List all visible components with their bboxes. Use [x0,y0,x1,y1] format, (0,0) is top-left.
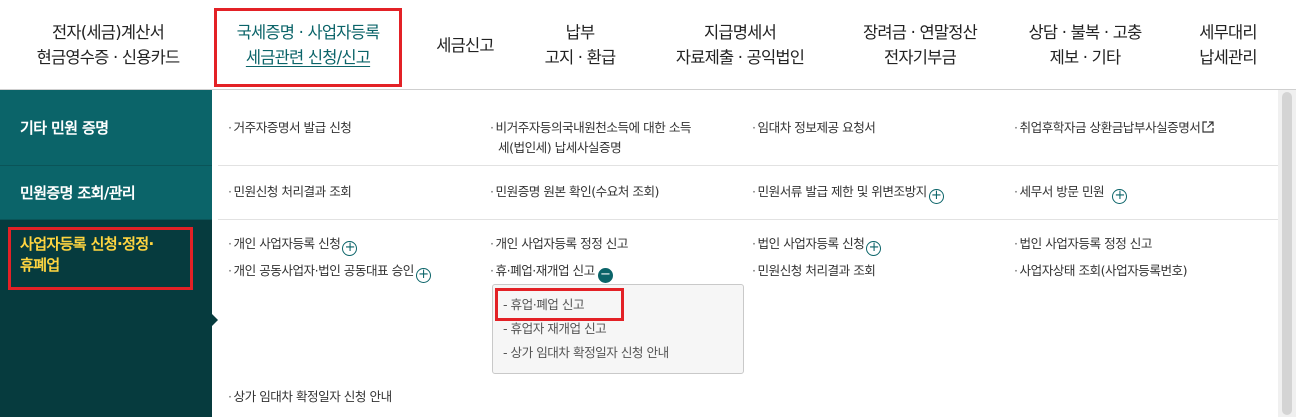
nav-consult-appeal[interactable]: 상담 · 불복 · 고충 제보 · 기타 [1010,0,1160,90]
link-corporate-correction[interactable]: · 법인 사업자등록 정정 신고 [1014,234,1152,254]
link-issuance-restriction[interactable]: · 민원서류 발급 제한 및 위변조방지 + [752,182,944,204]
nav-label: 국세증명 · 사업자등록 [236,23,381,42]
top-navigation: 전자(세금)계산서 현금영수증 · 신용카드 국세증명 · 사업자등록 세금관련… [0,0,1296,90]
menu-item-business-registration[interactable]: 사업자등록 신청·정정· 휴폐업 [0,220,212,417]
link-label: 휴·폐업·재개업 신고 [495,263,596,278]
submenu-item-reopening-report[interactable]: - 휴업자 재개업 신고 [503,319,607,339]
expand-plus-icon[interactable]: + [928,189,944,204]
row-divider [218,219,1278,220]
nav-label: 자료제출 · 공익법인 [675,48,805,67]
nav-label: 세무대리 [1199,23,1257,42]
link-closure-reopening[interactable]: · 휴·폐업·재개업 신고 − [490,261,613,283]
expand-plus-icon[interactable]: + [866,241,882,256]
link-individual-registration[interactable]: · 개인 사업자등록 신청 + [228,234,358,256]
link-label: 개인 공동사업자·법인 공동대표 승인 [233,263,415,278]
link-nonresident-tax-certificate[interactable]: · 비거주자등의국내원천소득에 대한 소득 세(법인세) 납세사실증명 [490,118,692,158]
link-label: 법인 사업자등록 신청 [757,236,865,251]
nav-label: 세금관련 신청/신고 [245,48,371,67]
nav-label: 납세관리 [1199,48,1257,67]
nav-label: 장려금 · 연말정산 [863,23,978,42]
left-menu: 기타 민원 증명 민원증명 조회/관리 사업자등록 신청·정정· 휴폐업 [0,90,212,417]
nav-e-invoice[interactable]: 전자(세금)계산서 현금영수증 · 신용카드 [18,0,198,90]
menu-item-label: 사업자등록 신청·정정· [20,235,154,253]
link-corporate-registration[interactable]: · 법인 사업자등록 신청 + [752,234,882,256]
link-individual-correction[interactable]: · 개인 사업자등록 정정 신고 [490,234,628,254]
link-label: 민원신청 처리결과 조회 [757,263,876,278]
link-tax-office-visit[interactable]: · 세무서 방문 민원 + [1014,182,1128,204]
link-label: 비거주자등의국내원천소득에 대한 소득 [495,120,692,135]
link-request-result-inquiry[interactable]: · 민원신청 처리결과 조회 [228,182,352,202]
link-label: 민원서류 발급 제한 및 위변조방지 [757,184,928,199]
nav-label: 납부 [565,23,596,42]
nav-label: 고지 · 환급 [544,48,617,67]
link-label: 개인 사업자등록 신청 [233,236,341,251]
scrollbar[interactable] [1278,90,1296,417]
link-label: 상가 임대차 확정일자 신청 안내 [233,389,393,404]
link-residence-certificate[interactable]: · 거주자증명서 발급 신청 [228,118,352,138]
submenu-dropdown: - 휴업·폐업 신고 - 휴업자 재개업 신고 - 상가 임대차 확정일자 신청… [492,284,744,374]
collapse-minus-icon[interactable]: − [597,268,613,283]
link-label: 사업자상태 조회(사업자등록번호) [1019,263,1188,278]
link-request-result-inquiry-2[interactable]: · 민원신청 처리결과 조회 [752,261,876,281]
nav-tax-filing[interactable]: 세금신고 [420,0,510,90]
expand-plus-icon[interactable]: + [415,268,431,283]
nav-label: 상담 · 불복 · 고충 [1028,23,1143,42]
link-business-status-inquiry[interactable]: · 사업자상태 조회(사업자등록번호) [1014,261,1188,281]
link-lease-info-request[interactable]: · 임대차 정보제공 요청서 [752,118,876,138]
nav-tax-agent[interactable]: 세무대리 납세관리 [1180,0,1276,90]
link-label: 취업후학자금 상환금납부사실증명서 [1019,120,1201,135]
submenu-item-closure-report[interactable]: - 휴업·폐업 신고 [503,295,585,315]
link-label: 법인 사업자등록 정정 신고 [1019,236,1153,251]
submenu-item-lease-date-guide[interactable]: - 상가 임대차 확정일자 신청 안내 [503,343,669,363]
link-original-verification[interactable]: · 민원증명 원본 확인(수요처 조회) [490,182,659,202]
external-link-icon [1202,119,1215,133]
nav-label: 전자기부금 [884,48,957,67]
nav-label: 세금신고 [436,35,494,55]
menu-item-certificate-inquiry[interactable]: 민원증명 조회/관리 [0,166,212,219]
nav-label: 제보 · 기타 [1049,48,1122,67]
nav-label: 전자(세금)계산서 [52,23,165,42]
nav-payment-refund[interactable]: 납부 고지 · 환급 [520,0,640,90]
link-joint-approval[interactable]: · 개인 공동사업자·법인 공동대표 승인 + [228,261,431,283]
link-label: 민원증명 원본 확인(수요처 조회) [495,184,660,199]
nav-certificate-registration[interactable]: 국세증명 · 사업자등록 세금관련 신청/신고 [216,0,400,90]
nav-incentive-yearend[interactable]: 장려금 · 연말정산 전자기부금 [840,0,1000,90]
link-label: 거주자증명서 발급 신청 [233,120,352,135]
link-lease-date-guide[interactable]: · 상가 임대차 확정일자 신청 안내 [228,387,392,407]
link-label: 세(법인세) 납세사실증명 [498,140,622,155]
menu-item-label: 휴폐업 [20,256,60,274]
expand-plus-icon[interactable]: + [342,241,358,256]
menu-item-other-certificates[interactable]: 기타 민원 증명 [0,90,212,165]
expand-plus-icon[interactable]: + [1112,189,1128,204]
link-label: 임대차 정보제공 요청서 [757,120,876,135]
link-label: 개인 사업자등록 정정 신고 [495,236,629,251]
nav-label: 현금영수증 · 신용카드 [36,48,181,67]
link-label: 세무서 방문 민원 [1019,184,1105,199]
link-student-loan-certificate[interactable]: · 취업후학자금 상환금납부사실증명서 [1014,118,1215,138]
link-label: 민원신청 처리결과 조회 [233,184,352,199]
content-area: · 거주자증명서 발급 신청 · 비거주자등의국내원천소득에 대한 소득 세(법인세… [218,90,1278,417]
scrollbar-thumb[interactable] [1282,92,1292,415]
nav-payment-statement[interactable]: 지급명세서 자료제출 · 공익법인 [660,0,820,90]
row-divider [218,165,1278,166]
nav-label: 지급명세서 [704,23,777,42]
